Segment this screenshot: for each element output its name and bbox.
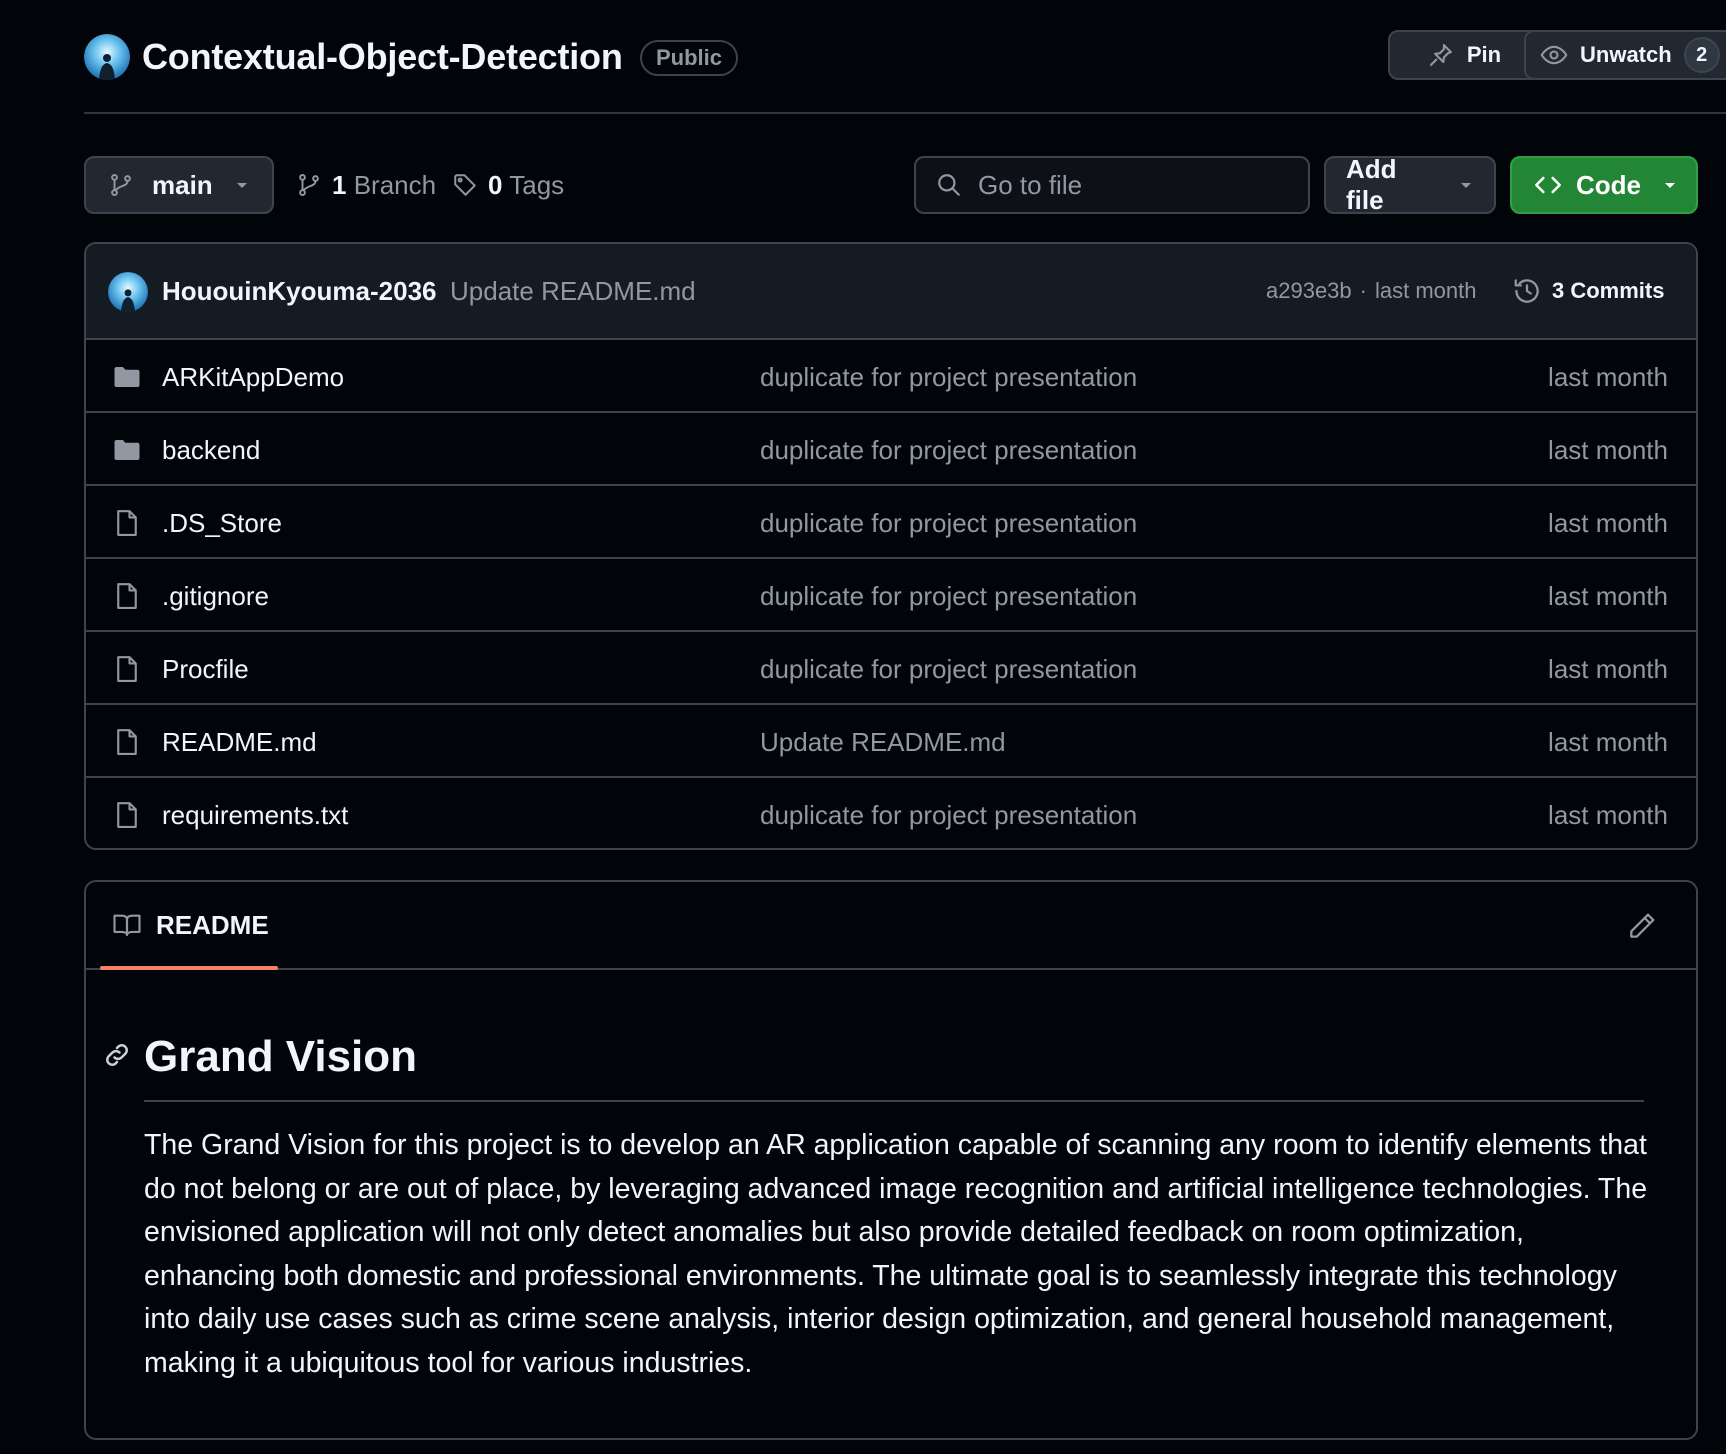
- tag-icon: [452, 172, 478, 198]
- file-name[interactable]: ARKitAppDemo: [162, 360, 344, 394]
- branch-count: 1: [332, 169, 347, 200]
- readme-tab-label: README: [156, 909, 269, 940]
- history-icon: [1512, 276, 1542, 306]
- branch-name: main: [152, 169, 213, 200]
- file-name[interactable]: requirements.txt: [162, 798, 348, 832]
- owner-avatar[interactable]: [84, 34, 130, 80]
- chevron-down-icon: [1662, 177, 1678, 193]
- git-branch-icon: [108, 172, 134, 198]
- file-commit-time: last month: [1548, 800, 1668, 830]
- pin-icon: [1427, 41, 1455, 69]
- readme-panel: README Grand Vision The Grand Vision for…: [84, 880, 1698, 1440]
- search-icon: [936, 172, 962, 198]
- file-commit-message[interactable]: duplicate for project presentation: [760, 506, 1137, 540]
- file-commit-time: last month: [1548, 581, 1668, 611]
- file-commit-message[interactable]: duplicate for project presentation: [760, 433, 1137, 467]
- branch-selector[interactable]: main: [84, 156, 274, 214]
- folder-icon: [112, 435, 142, 465]
- tag-count: 0: [488, 169, 503, 200]
- pencil-icon: [1626, 910, 1658, 942]
- file-row[interactable]: .DS_Store duplicate for project presenta…: [86, 486, 1696, 559]
- file-commit-message[interactable]: duplicate for project presentation: [760, 798, 1137, 832]
- code-icon: [1534, 171, 1562, 199]
- unwatch-label: Unwatch: [1580, 42, 1672, 67]
- file-name[interactable]: .DS_Store: [162, 506, 282, 540]
- file-table: HououinKyouma-2036 Update README.md a293…: [84, 242, 1698, 850]
- file-commit-message[interactable]: duplicate for project presentation: [760, 652, 1137, 686]
- file-commit-message[interactable]: duplicate for project presentation: [760, 360, 1137, 394]
- edit-readme-button[interactable]: [1626, 910, 1658, 942]
- eye-icon: [1540, 41, 1568, 69]
- file-icon: [112, 800, 142, 830]
- commits-label: 3 Commits: [1552, 278, 1665, 303]
- file-commit-time: last month: [1548, 508, 1668, 538]
- repo-toolbar: main 1 Branch 0 Tags Go to file Add file…: [84, 154, 1698, 216]
- tab-readme[interactable]: README: [100, 882, 278, 970]
- repo-header: Contextual-Object-Detection Public Pin U…: [84, 0, 1726, 114]
- file-row[interactable]: Procfile duplicate for project presentat…: [86, 632, 1696, 705]
- code-button[interactable]: Code: [1510, 156, 1698, 214]
- file-row[interactable]: .gitignore duplicate for project present…: [86, 559, 1696, 632]
- visibility-badge: Public: [640, 40, 739, 76]
- add-file-label: Add file: [1346, 154, 1397, 215]
- commit-meta: a293e3b · last month: [1266, 276, 1476, 306]
- go-to-file-search[interactable]: t: [914, 156, 1339, 214]
- file-icon: [112, 581, 142, 611]
- unwatch-button[interactable]: Unwatch 2: [1524, 30, 1726, 80]
- book-icon: [112, 910, 142, 940]
- chevron-down-icon: [1458, 177, 1474, 193]
- latest-commit-bar: HououinKyouma-2036 Update README.md a293…: [86, 244, 1696, 340]
- file-name[interactable]: Procfile: [162, 652, 249, 686]
- file-icon: [112, 654, 142, 684]
- file-commit-time: last month: [1548, 654, 1668, 684]
- repo-name[interactable]: Contextual-Object-Detection: [142, 34, 623, 80]
- file-commit-message[interactable]: Update README.md: [760, 725, 1006, 759]
- commit-message[interactable]: Update README.md: [450, 274, 696, 308]
- tags-link[interactable]: 0 Tags: [452, 156, 564, 214]
- file-row[interactable]: README.md Update README.md last month: [86, 705, 1696, 778]
- file-commit-message[interactable]: duplicate for project presentation: [760, 579, 1137, 613]
- file-row[interactable]: ARKitAppDemo duplicate for project prese…: [86, 340, 1696, 413]
- pin-button[interactable]: Pin: [1388, 30, 1540, 80]
- repo-page: Contextual-Object-Detection Public Pin U…: [0, 0, 1726, 1454]
- commit-author[interactable]: HououinKyouma-2036: [162, 274, 437, 308]
- file-commit-time: last month: [1548, 727, 1668, 757]
- chevron-down-icon: [234, 177, 250, 193]
- file-row[interactable]: backend duplicate for project presentati…: [86, 413, 1696, 486]
- readme-paragraph: The Grand Vision for this project is to …: [144, 1129, 1648, 1379]
- file-name[interactable]: backend: [162, 433, 260, 467]
- readme-heading: Grand Vision: [144, 1030, 1644, 1102]
- file-name[interactable]: README.md: [162, 725, 317, 759]
- file-row[interactable]: requirements.txt duplicate for project p…: [86, 778, 1696, 848]
- link-icon[interactable]: [102, 1040, 132, 1070]
- add-file-button[interactable]: Add file: [1324, 154, 1496, 215]
- commit-separator: ·: [1359, 278, 1367, 303]
- file-icon: [112, 508, 142, 538]
- search-input[interactable]: [978, 169, 1313, 201]
- commits-link[interactable]: 3 Commits: [1512, 272, 1664, 310]
- commit-time: last month: [1374, 278, 1477, 303]
- git-branch-icon: [296, 172, 322, 198]
- file-commit-time: last month: [1548, 435, 1668, 465]
- pin-label: Pin: [1466, 42, 1502, 67]
- file-name[interactable]: .gitignore: [162, 579, 269, 613]
- code-label: Code: [1576, 169, 1641, 200]
- commit-hash[interactable]: a293e3b: [1266, 276, 1352, 306]
- branch-label: Branch: [353, 169, 437, 200]
- watch-count: 2: [1683, 37, 1720, 73]
- commit-author-avatar[interactable]: [108, 272, 148, 312]
- file-icon: [112, 727, 142, 757]
- folder-icon: [112, 362, 142, 392]
- branches-link[interactable]: 1 Branch: [296, 156, 436, 214]
- file-commit-time: last month: [1548, 362, 1668, 392]
- tag-label: Tags: [509, 169, 565, 200]
- readme-tabs: README: [86, 882, 1696, 970]
